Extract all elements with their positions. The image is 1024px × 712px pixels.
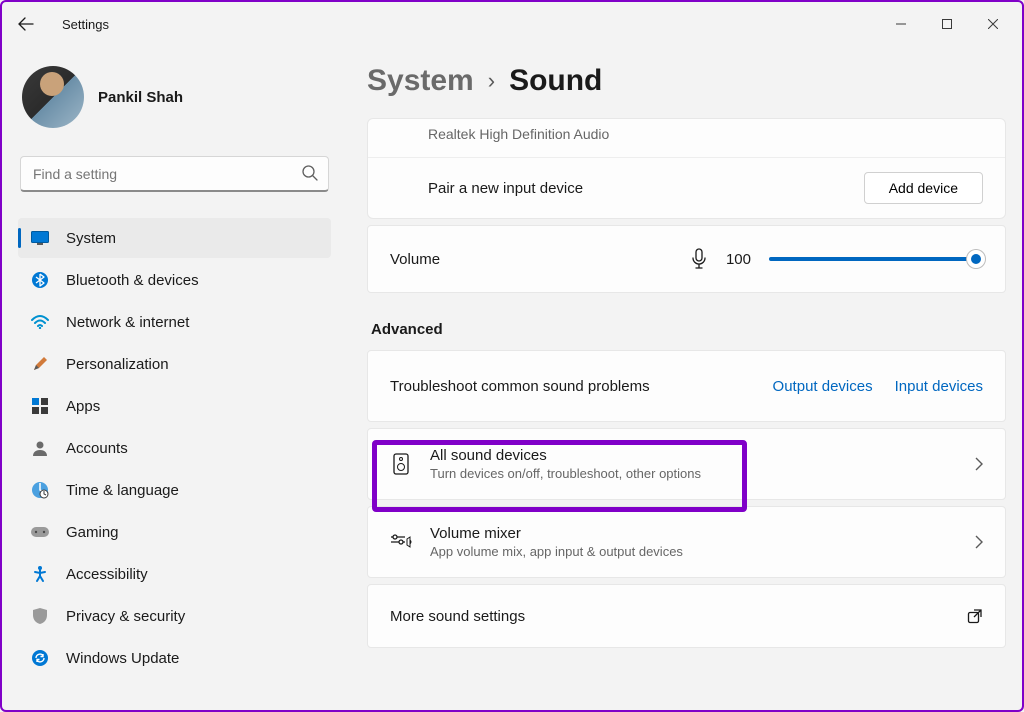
volume-value: 100 (726, 251, 751, 268)
wifi-icon (30, 312, 50, 332)
sidebar-item-bluetooth[interactable]: Bluetooth & devices (18, 260, 331, 300)
all-sound-devices-card[interactable]: All sound devices Turn devices on/off, t… (367, 428, 1006, 500)
shield-icon (30, 606, 50, 626)
back-button[interactable] (8, 6, 44, 42)
close-button[interactable] (970, 8, 1016, 40)
sidebar-item-update[interactable]: Windows Update (18, 638, 331, 678)
volume-slider[interactable] (769, 257, 983, 261)
troubleshoot-card: Troubleshoot common sound problems Outpu… (367, 350, 1006, 422)
volume-row: Volume 100 (368, 226, 1005, 292)
search-input[interactable] (20, 156, 329, 192)
breadcrumb: System › Sound (367, 64, 1006, 98)
sidebar-item-accounts[interactable]: Accounts (18, 428, 331, 468)
paintbrush-icon (30, 354, 50, 374)
sidebar-item-label: Time & language (66, 482, 179, 499)
sidebar-item-system[interactable]: System (18, 218, 331, 258)
minimize-button[interactable] (878, 8, 924, 40)
microphone-icon[interactable] (690, 248, 708, 270)
maximize-button[interactable] (924, 8, 970, 40)
input-device-name: Realtek High Definition Audio (428, 126, 965, 142)
section-heading-advanced: Advanced (371, 321, 1006, 338)
sidebar-item-label: Network & internet (66, 314, 189, 331)
chevron-right-icon: › (488, 68, 495, 94)
more-sound-settings-card[interactable]: More sound settings (367, 584, 1006, 648)
profile-name: Pankil Shah (98, 89, 183, 106)
window-title: Settings (62, 17, 109, 32)
volume-card: Volume 100 (367, 225, 1006, 293)
more-settings-title: More sound settings (390, 608, 949, 625)
sidebar-item-label: Bluetooth & devices (66, 272, 199, 289)
pair-label: Pair a new input device (428, 180, 846, 197)
output-devices-link[interactable]: Output devices (773, 378, 873, 395)
main-content: System › Sound Realtek High Definition A… (347, 46, 1022, 710)
search-container (20, 156, 329, 192)
mixer-title: Volume mixer (430, 525, 957, 542)
sidebar-item-label: Privacy & security (66, 608, 185, 625)
avatar (22, 66, 84, 128)
all-devices-sub: Turn devices on/off, troubleshoot, other… (430, 466, 957, 481)
sidebar-item-label: Windows Update (66, 650, 179, 667)
input-device-group: Realtek High Definition Audio Pair a new… (367, 118, 1006, 219)
sidebar-item-time[interactable]: Time & language (18, 470, 331, 510)
pair-device-row: Pair a new input device Add device (368, 157, 1005, 218)
nav: System Bluetooth & devices Network & int… (18, 216, 331, 680)
sidebar-item-label: Apps (66, 398, 100, 415)
mixer-sub: App volume mix, app input & output devic… (430, 544, 957, 559)
all-devices-title: All sound devices (430, 447, 957, 464)
sidebar-item-label: Personalization (66, 356, 169, 373)
volume-mixer-card[interactable]: Volume mixer App volume mix, app input &… (367, 506, 1006, 578)
volume-label: Volume (390, 251, 672, 268)
chevron-right-icon (975, 535, 983, 549)
profile[interactable]: Pankil Shah (22, 62, 331, 132)
add-device-button[interactable]: Add device (864, 172, 983, 204)
mixer-icon (390, 533, 412, 551)
sidebar-item-network[interactable]: Network & internet (18, 302, 331, 342)
search-icon (301, 164, 319, 182)
sidebar-item-privacy[interactable]: Privacy & security (18, 596, 331, 636)
accessibility-icon (30, 564, 50, 584)
clock-globe-icon (30, 480, 50, 500)
chevron-right-icon (975, 457, 983, 471)
apps-icon (30, 396, 50, 416)
breadcrumb-parent[interactable]: System (367, 64, 474, 98)
speaker-icon (390, 453, 412, 475)
external-link-icon (967, 608, 983, 624)
sidebar-item-label: Gaming (66, 524, 119, 541)
bluetooth-icon (30, 270, 50, 290)
input-devices-link[interactable]: Input devices (895, 378, 983, 395)
sidebar-item-accessibility[interactable]: Accessibility (18, 554, 331, 594)
sidebar-item-label: System (66, 230, 116, 247)
slider-thumb[interactable] (967, 250, 985, 268)
window-controls (878, 8, 1016, 40)
sidebar-item-apps[interactable]: Apps (18, 386, 331, 426)
sidebar-item-label: Accounts (66, 440, 128, 457)
person-icon (30, 438, 50, 458)
sidebar-item-gaming[interactable]: Gaming (18, 512, 331, 552)
system-icon (30, 228, 50, 248)
sidebar-item-personalization[interactable]: Personalization (18, 344, 331, 384)
troubleshoot-label: Troubleshoot common sound problems (390, 378, 755, 395)
troubleshoot-row: Troubleshoot common sound problems Outpu… (368, 351, 1005, 421)
sidebar-item-label: Accessibility (66, 566, 148, 583)
input-device-row[interactable]: Realtek High Definition Audio (368, 119, 1005, 157)
page-title: Sound (509, 64, 602, 98)
update-icon (30, 648, 50, 668)
title-bar: Settings (2, 2, 1022, 46)
gamepad-icon (30, 522, 50, 542)
sidebar: Pankil Shah System Bluetooth & devices N… (2, 46, 347, 710)
back-arrow-icon (18, 16, 34, 32)
